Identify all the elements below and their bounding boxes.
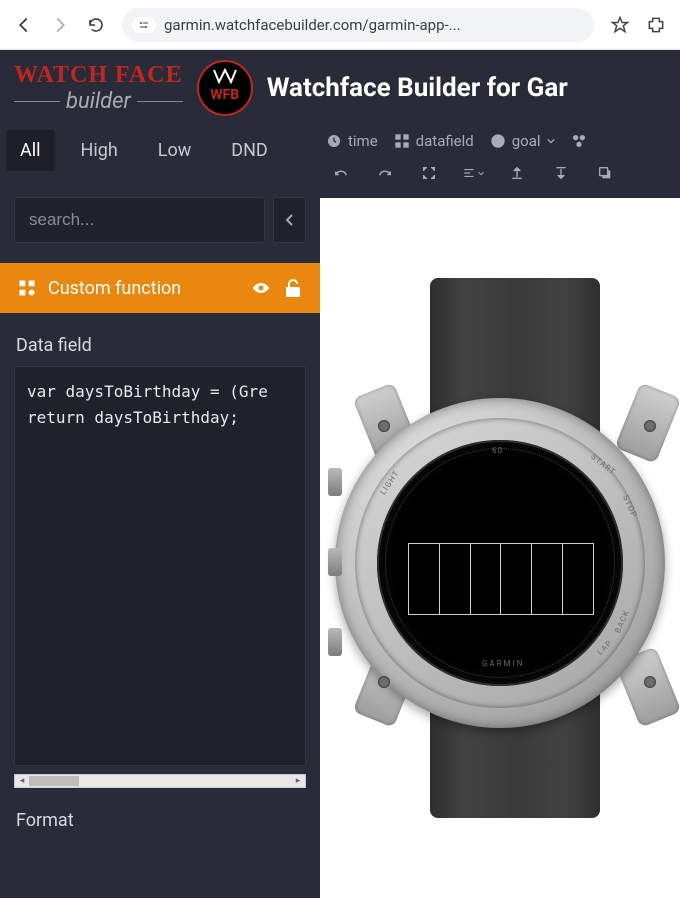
custom-function-icon <box>16 277 38 299</box>
code-editor[interactable] <box>14 366 306 766</box>
scroll-thumb[interactable] <box>29 776 79 786</box>
code-horizontal-scrollbar[interactable]: ◂ ▸ <box>14 774 306 788</box>
insert-datafield-label: datafield <box>416 132 474 150</box>
watch-brand: GARMIN <box>482 659 524 668</box>
filter-tab-low[interactable]: Low <box>144 130 206 171</box>
wfb-badge-icon: WFB <box>197 60 253 116</box>
app-header: WATCH FACE builder WFB Watchface Builder… <box>0 50 680 122</box>
caret-down-icon <box>547 137 555 145</box>
forward-button[interactable] <box>44 9 76 41</box>
wfb-badge-text: WFB <box>210 87 239 103</box>
redo-icon[interactable] <box>374 162 396 184</box>
scroll-left-arrow-icon[interactable]: ◂ <box>15 775 29 787</box>
send-back-icon[interactable] <box>550 162 572 184</box>
insert-datafield-button[interactable]: datafield <box>394 132 474 150</box>
visibility-icon[interactable] <box>250 277 272 299</box>
insert-shape-button[interactable] <box>571 133 587 149</box>
copy-icon[interactable] <box>594 162 616 184</box>
scroll-right-arrow-icon[interactable]: ▸ <box>291 775 305 787</box>
watch-preview[interactable]: 60 START STOP LAP BACK LIGHT GARMIN <box>320 198 680 898</box>
filter-tab-dnd[interactable]: DND <box>217 130 281 171</box>
filter-tab-high[interactable]: High <box>67 130 132 171</box>
format-label: Format <box>0 788 320 841</box>
brand-logo[interactable]: WATCH FACE builder <box>14 62 183 114</box>
data-field-label: Data field <box>0 313 320 366</box>
tick-60: 60 <box>492 446 503 455</box>
filter-tabs: All High Low DND <box>0 122 320 179</box>
search-input[interactable] <box>14 197 265 243</box>
bring-front-icon[interactable] <box>506 162 528 184</box>
watch-render: 60 START STOP LAP BACK LIGHT GARMIN <box>320 278 680 818</box>
left-panel: All High Low DND Custom function <box>0 122 320 898</box>
brand-line2: builder <box>66 89 131 114</box>
undo-icon[interactable] <box>330 162 352 184</box>
watchface-datafield-element[interactable] <box>408 543 594 615</box>
insert-toolbar: time datafield goal <box>320 122 680 154</box>
insert-time-label: time <box>348 132 378 150</box>
back-button[interactable] <box>8 9 40 41</box>
browser-toolbar: garmin.watchfacebuilder.com/garmin-app-.… <box>0 0 680 50</box>
selected-element-label: Custom function <box>48 278 181 299</box>
reload-button[interactable] <box>80 9 112 41</box>
brand-line1: WATCH FACE <box>14 62 182 89</box>
fullscreen-icon[interactable] <box>418 162 440 184</box>
filter-tab-all[interactable]: All <box>6 130 55 171</box>
site-settings-icon[interactable] <box>132 17 156 33</box>
selected-element-header[interactable]: Custom function <box>0 263 320 313</box>
insert-goal-button[interactable]: goal <box>490 132 555 150</box>
bookmark-star-icon[interactable] <box>604 9 636 41</box>
edit-toolbar <box>320 154 680 198</box>
url-text: garmin.watchfacebuilder.com/garmin-app-.… <box>164 16 461 34</box>
unlock-icon[interactable] <box>282 277 304 299</box>
right-panel: time datafield goal <box>320 122 680 898</box>
page-title: Watchface Builder for Gar <box>267 73 568 103</box>
app-root: WATCH FACE builder WFB Watchface Builder… <box>0 50 680 898</box>
address-bar[interactable]: garmin.watchfacebuilder.com/garmin-app-.… <box>122 8 594 42</box>
insert-goal-label: goal <box>512 132 541 150</box>
extensions-icon[interactable] <box>640 9 672 41</box>
collapse-panel-button[interactable] <box>273 197 306 243</box>
insert-time-button[interactable]: time <box>326 132 378 150</box>
align-icon[interactable] <box>462 162 484 184</box>
